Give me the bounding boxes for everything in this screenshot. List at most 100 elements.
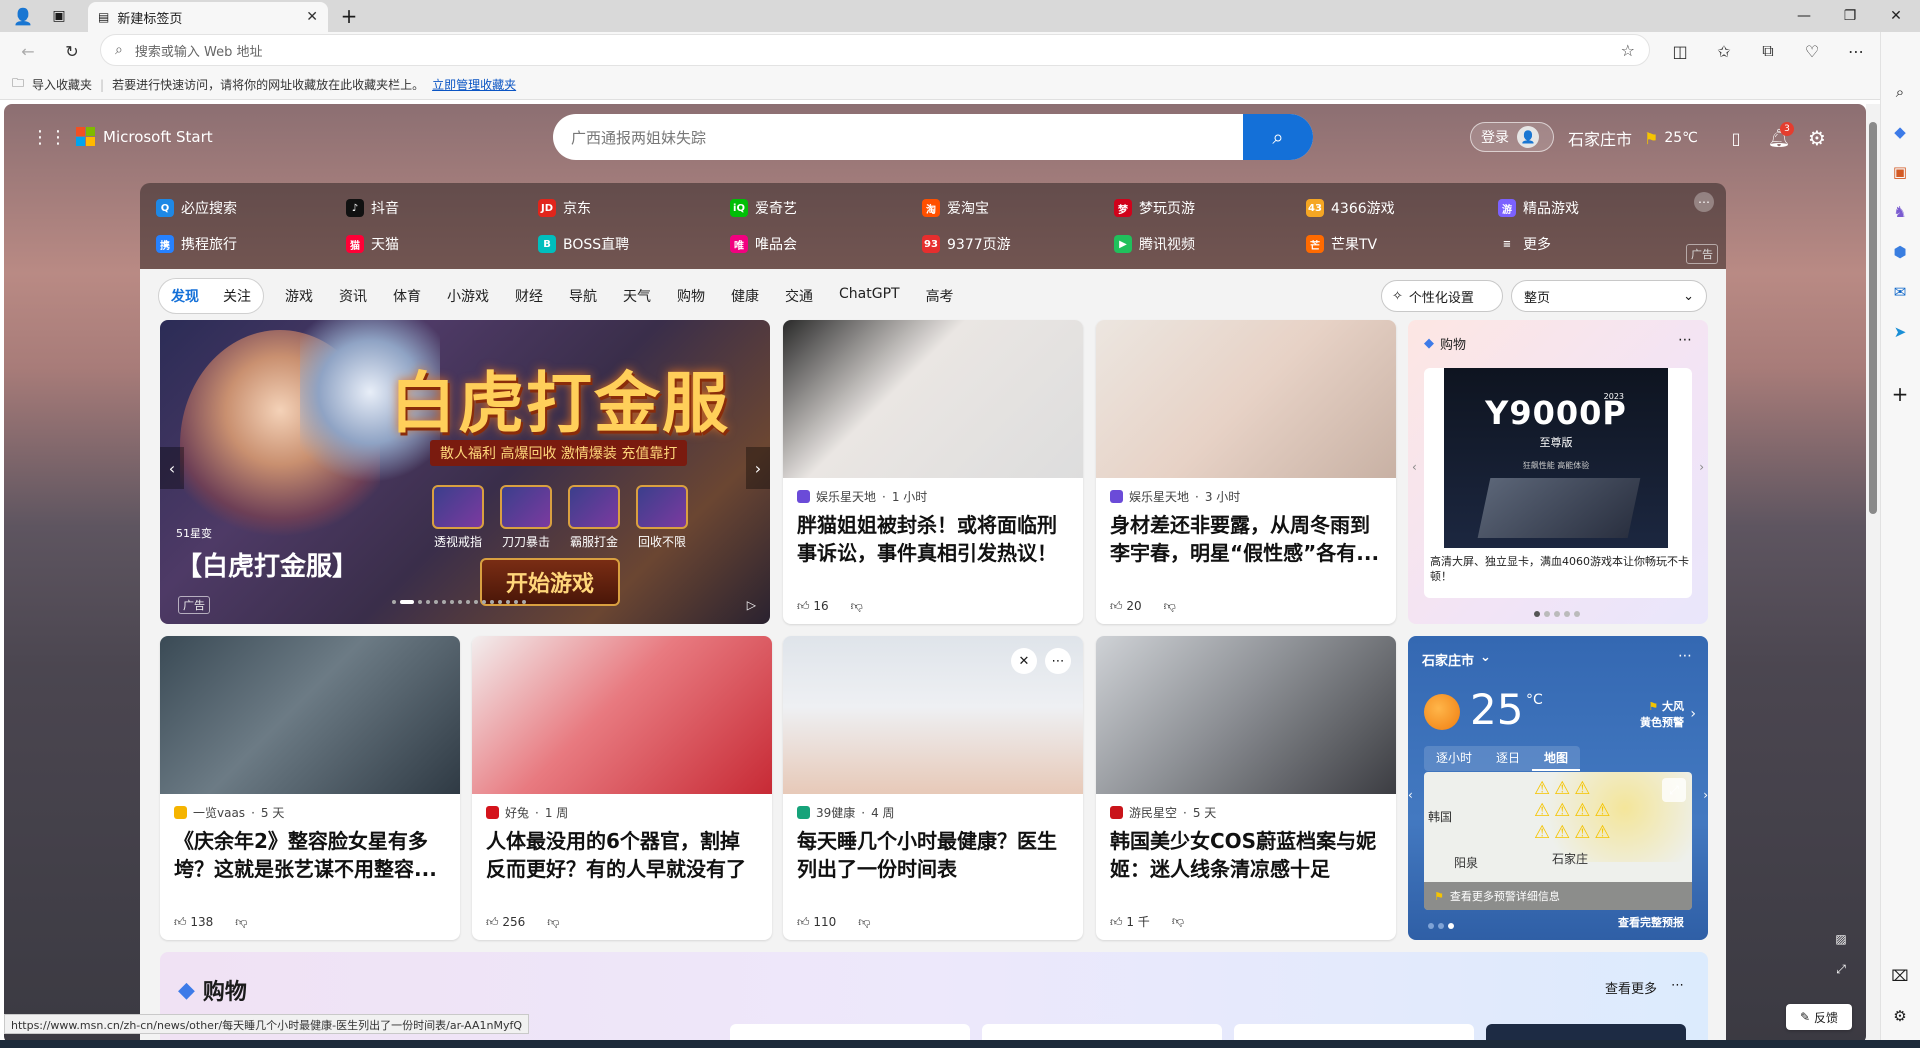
thumbs-down-icon[interactable]: 👎︎ (851, 599, 863, 614)
product-card[interactable]: Y9000P 2023 至尊版 狂飙性能 高能体验 高清大屏、独立显卡，满血40… (1424, 368, 1692, 598)
quicklink-item[interactable]: 游精品游戏 (1498, 198, 1579, 218)
manage-favorites-link[interactable]: 立即管理收藏夹 (432, 76, 516, 93)
news-card[interactable]: 一览vaas · 5 天《庆余年2》整容脸女星有多垮？这就是张艺谋不用整容... 👍︎… (160, 636, 460, 940)
source-name[interactable]: 39健康 (816, 804, 855, 821)
tab-actions-icon[interactable]: ▣ (46, 4, 72, 28)
thumbs-down-icon[interactable]: 👎︎ (547, 915, 559, 930)
source-name[interactable]: 娱乐星天地 (1129, 488, 1189, 505)
carousel-prev-icon[interactable]: ‹ (160, 447, 184, 489)
quicklink-item[interactable]: B BOSS直聘 (538, 234, 629, 254)
settings-gear-icon[interactable]: ⚙ (1804, 124, 1830, 152)
feed-tab[interactable]: 体育 (380, 286, 434, 306)
ad-start-button[interactable]: 开始游戏 (480, 558, 621, 606)
adchoices-icon[interactable]: ▷ (747, 598, 756, 612)
minimize-icon[interactable]: — (1781, 0, 1827, 32)
favorite-star-icon[interactable]: ☆ (1621, 41, 1635, 60)
sidebar-tools-icon[interactable]: ▣ (1886, 158, 1914, 186)
like-button[interactable]: 👍︎ 20 (1110, 599, 1142, 614)
feed-tab[interactable]: 购物 (664, 286, 718, 306)
layout-select[interactable]: 整页 ⌄ (1511, 280, 1707, 312)
sidebar-shopping-icon[interactable]: ◆ (1886, 118, 1914, 146)
shopping-see-more[interactable]: 查看更多 (1605, 978, 1657, 997)
thumbs-down-icon[interactable]: 👎︎ (1172, 914, 1184, 929)
news-title[interactable]: 身材差还非要露，从周冬雨到李宇春，明星“假性感”各有... (1096, 505, 1396, 571)
back-icon[interactable]: ← (14, 37, 42, 65)
weather-tab[interactable]: 地图 (1532, 746, 1581, 771)
thumbs-down-icon[interactable]: 👎︎ (858, 915, 870, 930)
quicklink-item[interactable]: Q 必应搜索 (156, 198, 237, 218)
feed-tab[interactable]: 导航 (556, 286, 610, 306)
news-title[interactable]: 人体最没用的6个器官，割掉反而更好？有的人早就没有了 (472, 821, 772, 887)
feed-tab[interactable]: 资讯 (326, 286, 380, 306)
news-card[interactable]: 好兔 · 1 周人体最没用的6个器官，割掉反而更好？有的人早就没有了 👍︎ 256 👎︎ (472, 636, 772, 940)
quicklink-item[interactable]: JD 京东 (538, 198, 591, 218)
quicklink-item[interactable]: ♪ 抖音 (346, 198, 399, 218)
login-button[interactable]: 登录 👤 (1470, 122, 1554, 152)
weather-prev-icon[interactable]: ‹ (1408, 788, 1413, 802)
news-card[interactable]: ✕ ⋯ 39健康 · 4 周每天睡几个小时最健康？医生列出了一份时间表 👍︎ 110 👎︎ (783, 636, 1083, 940)
refresh-icon[interactable]: ↻ (58, 37, 86, 65)
quicklinks-more-icon[interactable]: ⋯ (1694, 192, 1714, 212)
feed-tab[interactable]: 小游戏 (434, 286, 502, 306)
browser-essentials-icon[interactable]: ♡ (1798, 37, 1826, 65)
feed-tab[interactable]: ChatGPT (826, 286, 913, 306)
import-favorites[interactable]: 导入收藏夹 (32, 76, 92, 93)
favorites-icon[interactable]: ✩ (1710, 37, 1738, 65)
quicklink-item[interactable]: ≡ 更多 (1498, 234, 1551, 254)
close-tab-icon[interactable]: ✕ (306, 9, 318, 25)
sidebar-send-icon[interactable]: ➤ (1886, 318, 1914, 346)
weather-next-icon[interactable]: › (1703, 788, 1708, 802)
feed-tab[interactable]: 天气 (610, 286, 664, 306)
feed-tab[interactable]: 健康 (718, 286, 772, 306)
source-name[interactable]: 娱乐星天地 (816, 488, 876, 505)
microsoft-start-logo[interactable]: Microsoft Start (76, 127, 213, 146)
restore-icon[interactable]: ❐ (1827, 0, 1873, 32)
quicklink-item[interactable]: 唯唯品会 (730, 234, 797, 254)
weather-alert[interactable]: ⚑ 大风 黄色预警 (1640, 698, 1684, 730)
tab-discover[interactable]: 发现 (159, 286, 211, 306)
close-window-icon[interactable]: ✕ (1873, 0, 1919, 32)
weather-city[interactable]: 石家庄市 (1422, 650, 1474, 669)
more-menu-icon[interactable]: ⋯ (1842, 37, 1870, 65)
like-button[interactable]: 👍︎ 16 (797, 599, 829, 614)
more-alerts-bar[interactable]: ⚑ 查看更多预警详细信息 (1424, 882, 1692, 910)
quicklink-item[interactable]: 携携程旅行 (156, 234, 237, 254)
news-title[interactable]: 《庆余年2》整容脸女星有多垮？这就是张艺谋不用整容... (160, 821, 460, 887)
scrollbar-thumb[interactable] (1869, 122, 1877, 514)
thumbs-down-icon[interactable]: 👎︎ (1164, 599, 1176, 614)
address-bar[interactable]: ⌕ 搜索或输入 Web 地址 ☆ (100, 34, 1650, 66)
tab-follow[interactable]: 关注 (211, 286, 263, 306)
thumbs-down-icon[interactable]: 👎︎ (235, 915, 247, 930)
mobile-app-icon[interactable]: ▯ (1726, 124, 1746, 152)
fullscreen-icon[interactable]: ⤢ (1830, 958, 1852, 980)
weather-tab[interactable]: 逐小时 (1424, 746, 1484, 771)
like-button[interactable]: 👍︎ 1 千 (1110, 913, 1150, 930)
new-tab-icon[interactable]: + (336, 4, 362, 28)
shop-next-icon[interactable]: › (1699, 460, 1704, 474)
weather-tab[interactable]: 逐日 (1484, 746, 1532, 771)
msn-search-input[interactable]: 广西通报两姐妹失踪 (553, 114, 1243, 160)
feedback-button[interactable]: ✎ 反馈 (1786, 1004, 1852, 1030)
feed-tab[interactable]: 游戏 (272, 286, 326, 306)
news-title[interactable]: 胖猫姐姐被封杀！或将面临刑事诉讼，事件真相引发热议！ (783, 505, 1083, 571)
feed-tab[interactable]: 交通 (772, 286, 826, 306)
expand-map-icon[interactable]: ⤢ (1662, 778, 1686, 802)
sidebar-outlook-icon[interactable]: ✉ (1886, 278, 1914, 306)
sidebar-games-icon[interactable]: ♞ (1886, 198, 1914, 226)
profile-icon[interactable]: 👤 (10, 4, 36, 28)
ad-banner[interactable]: 白虎打金服 散人福利 高爆回收 激情爆装 充值靠打 透视戒指 刀刀暴击 霸服打金 回收… (160, 320, 770, 624)
like-button[interactable]: 👍︎ 256 (486, 915, 525, 930)
apps-grid-icon[interactable]: ⋮⋮ (31, 124, 67, 150)
quicklink-item[interactable]: ▶ 腾讯视频 (1114, 234, 1195, 254)
card-more-icon[interactable]: ⋯ (1045, 648, 1071, 674)
sidebar-search-icon[interactable]: ⌕ (1886, 78, 1914, 106)
weather-more-icon[interactable]: ⋯ (1678, 648, 1692, 664)
quicklink-item[interactable]: iQ 爱奇艺 (730, 198, 797, 218)
wallpaper-icon[interactable]: ▨ (1830, 928, 1852, 950)
news-card[interactable]: 娱乐星天地 · 1 小时 胖猫姐姐被封杀！或将面临刑事诉讼，事件真相引发热议！ 👍︎ 1… (783, 320, 1083, 624)
shopping-more-icon[interactable]: ⋯ (1671, 978, 1684, 997)
sidebar-settings-icon[interactable]: ⚙ (1886, 1002, 1914, 1030)
shopping-more-icon[interactable]: ⋯ (1678, 332, 1692, 348)
sidebar-screenshot-icon[interactable]: ⌧ (1886, 962, 1914, 990)
shop-prev-icon[interactable]: ‹ (1412, 460, 1417, 474)
